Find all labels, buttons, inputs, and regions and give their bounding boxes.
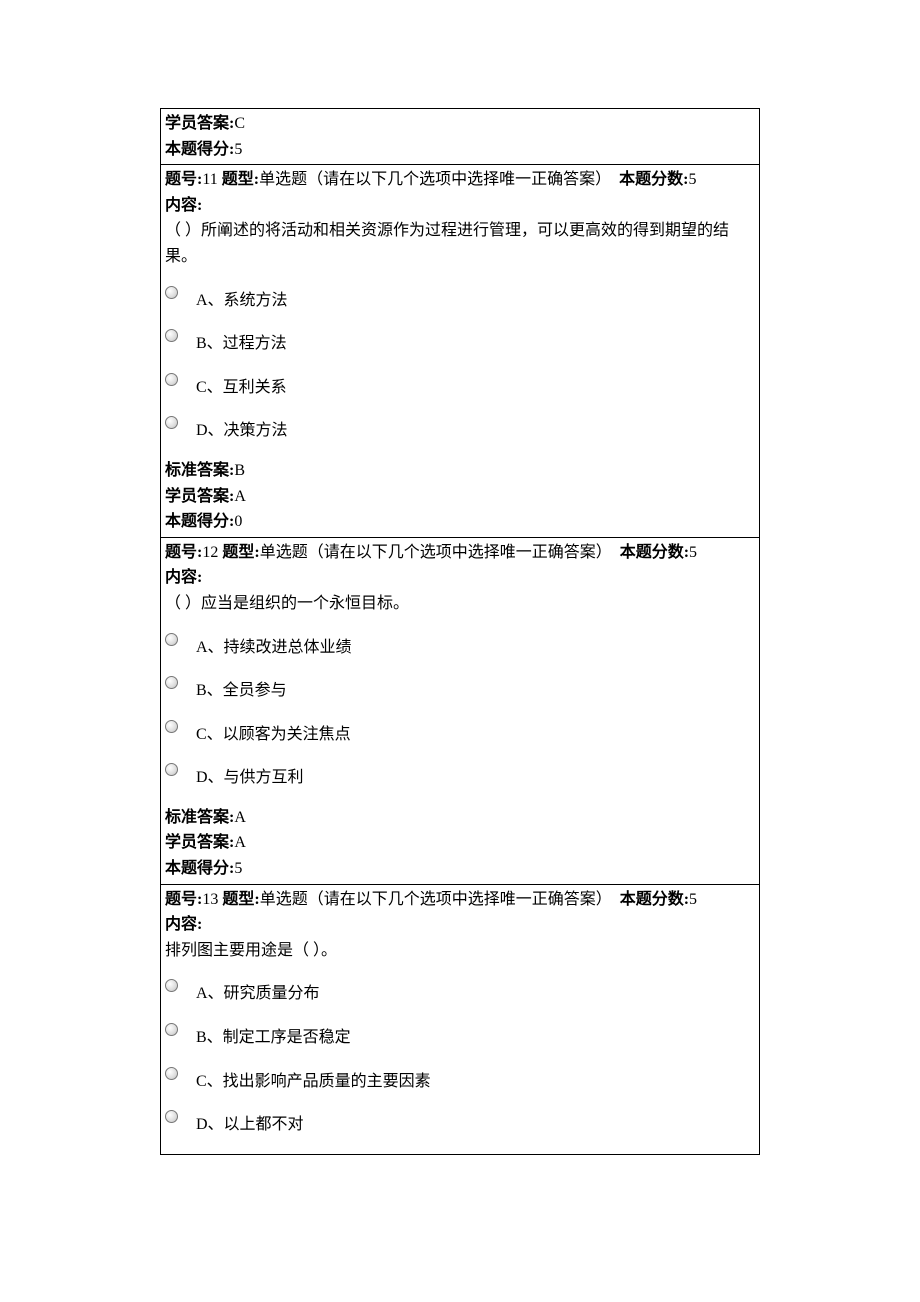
radio-icon[interactable] [165,373,178,386]
q-type-label: 题型: [222,171,259,188]
option-text: C、以顾客为关注焦点 [196,718,351,748]
radio-icon[interactable] [165,763,178,776]
q-no-label: 题号: [165,891,202,908]
option-c[interactable]: C、互利关系 [165,371,755,401]
option-d[interactable]: D、与供方互利 [165,761,755,791]
radio-icon[interactable] [165,1067,178,1080]
exam-table: 学员答案:C 本题得分:5 题号:11 题型:单选题（请在以下几个选项中选择唯一… [160,108,760,1155]
score-got-label: 本题得分: [165,513,234,530]
student-ans-value: C [234,115,245,132]
content-label: 内容: [165,565,755,591]
option-text: B、制定工序是否稳定 [196,1021,351,1051]
radio-icon[interactable] [165,633,178,646]
q-score-value: 5 [689,544,697,561]
student-ans-label: 学员答案: [165,488,234,505]
question-body: （ ）所阐述的将活动和相关资源作为过程进行管理，可以更高效的得到期望的结果。 [165,218,755,269]
q-no-value: 12 [202,544,218,561]
option-text: A、系统方法 [196,284,288,314]
question-body: （ ）应当是组织的一个永恒目标。 [165,591,755,617]
option-list: A、持续改进总体业绩 B、全员参与 C、以顾客为关注焦点 D、与供方互利 [165,631,755,791]
option-a[interactable]: A、系统方法 [165,284,755,314]
option-list: A、研究质量分布 B、制定工序是否稳定 C、找出影响产品质量的主要因素 D、以上… [165,977,755,1137]
option-text: D、与供方互利 [196,761,304,791]
option-text: D、以上都不对 [196,1108,304,1138]
q-no-value: 13 [202,891,218,908]
option-b[interactable]: B、制定工序是否稳定 [165,1021,755,1051]
score-got-label: 本题得分: [165,141,234,158]
radio-icon[interactable] [165,286,178,299]
option-a[interactable]: A、研究质量分布 [165,977,755,1007]
q-score-value: 5 [689,891,697,908]
q-type-value: 单选题（请在以下几个选项中选择唯一正确答案） [260,891,612,908]
score-got-value: 5 [234,860,242,877]
option-a[interactable]: A、持续改进总体业绩 [165,631,755,661]
q-no-label: 题号: [165,171,202,188]
radio-icon[interactable] [165,1110,178,1123]
q-score-value: 5 [688,171,696,188]
score-got-value: 0 [234,513,242,530]
student-ans-label: 学员答案: [165,115,234,132]
radio-icon[interactable] [165,720,178,733]
radio-icon[interactable] [165,676,178,689]
option-b[interactable]: B、全员参与 [165,674,755,704]
radio-icon[interactable] [165,329,178,342]
student-ans-value: A [234,488,246,505]
student-ans-label: 学员答案: [165,834,234,851]
score-got-label: 本题得分: [165,860,234,877]
option-d[interactable]: D、以上都不对 [165,1108,755,1138]
prev-answer-cell: 学员答案:C 本题得分:5 [161,109,760,165]
content-label: 内容: [165,912,755,938]
score-got-value: 5 [234,141,242,158]
option-b[interactable]: B、过程方法 [165,327,755,357]
q-type-value: 单选题（请在以下几个选项中选择唯一正确答案） [259,171,611,188]
std-ans-value: B [234,462,245,479]
q-score-label: 本题分数: [619,171,688,188]
radio-icon[interactable] [165,979,178,992]
std-ans-label: 标准答案: [165,462,234,479]
option-d[interactable]: D、决策方法 [165,414,755,444]
option-text: A、持续改进总体业绩 [196,631,352,661]
q-type-label: 题型: [222,544,259,561]
q-score-label: 本题分数: [620,891,689,908]
q-no-value: 11 [202,171,217,188]
radio-icon[interactable] [165,1023,178,1036]
q-type-label: 题型: [222,891,259,908]
question-13: 题号:13 题型:单选题（请在以下几个选项中选择唯一正确答案） 本题分数:5 内… [161,884,760,1154]
q-type-value: 单选题（请在以下几个选项中选择唯一正确答案） [260,544,612,561]
q-no-label: 题号: [165,544,202,561]
option-text: D、决策方法 [196,414,288,444]
option-c[interactable]: C、以顾客为关注焦点 [165,718,755,748]
option-c[interactable]: C、找出影响产品质量的主要因素 [165,1065,755,1095]
option-text: B、全员参与 [196,674,287,704]
student-ans-value: A [234,834,246,851]
std-ans-value: A [234,809,246,826]
option-text: C、互利关系 [196,371,287,401]
option-text: C、找出影响产品质量的主要因素 [196,1065,431,1095]
content-label: 内容: [165,193,755,219]
q-score-label: 本题分数: [620,544,689,561]
option-text: A、研究质量分布 [196,977,320,1007]
std-ans-label: 标准答案: [165,809,234,826]
radio-icon[interactable] [165,416,178,429]
option-text: B、过程方法 [196,327,287,357]
question-12: 题号:12 题型:单选题（请在以下几个选项中选择唯一正确答案） 本题分数:5 内… [161,537,760,884]
question-body: 排列图主要用途是（ ）。 [165,938,755,964]
question-11: 题号:11 题型:单选题（请在以下几个选项中选择唯一正确答案） 本题分数:5 内… [161,165,760,538]
option-list: A、系统方法 B、过程方法 C、互利关系 D、决策方法 [165,284,755,444]
